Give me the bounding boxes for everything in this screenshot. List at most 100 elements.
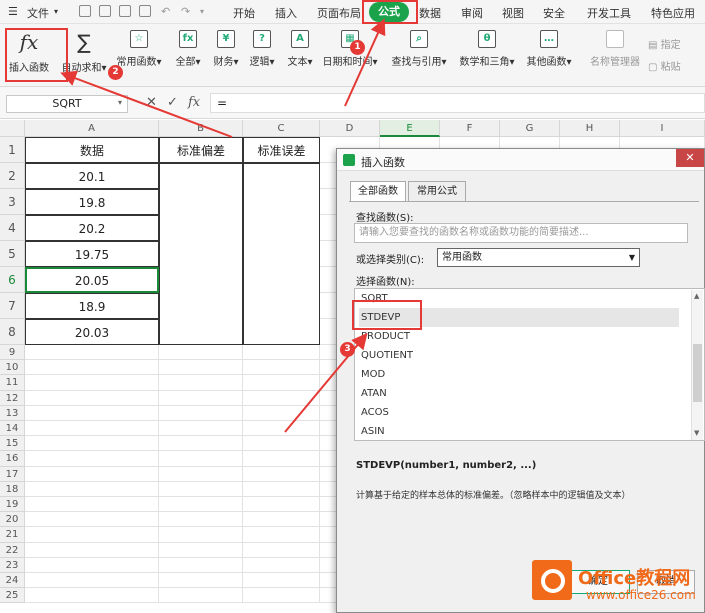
row-header[interactable]: 9 (0, 345, 25, 361)
row-header[interactable]: 25 (0, 588, 25, 604)
tab-view[interactable]: 视图 (502, 5, 524, 21)
close-icon[interactable]: ✕ (676, 149, 704, 167)
menu-icon[interactable]: ☰ (8, 5, 18, 18)
tab-data[interactable]: 数据 (419, 5, 441, 21)
logical-button[interactable]: ? 逻辑▾ (246, 30, 278, 68)
select-all-corner[interactable] (0, 120, 25, 137)
cell[interactable] (25, 588, 159, 604)
cell[interactable] (159, 345, 243, 361)
cell[interactable]: 标准误差 (243, 137, 320, 163)
row-header[interactable]: 12 (0, 390, 25, 406)
category-select[interactable]: 常用函数 ▼ (437, 248, 640, 267)
row-header[interactable]: 3 (0, 189, 25, 215)
scroll-up-icon[interactable]: ▲ (694, 292, 699, 300)
tab-special[interactable]: 特色应用 (651, 5, 695, 21)
cell[interactable] (243, 573, 320, 589)
row-header[interactable]: 18 (0, 481, 25, 497)
name-box[interactable]: SQRT (6, 95, 128, 113)
cell[interactable] (159, 481, 243, 497)
scrollbar[interactable]: ▲ ▼ (691, 290, 703, 440)
file-menu[interactable]: 文件 (27, 5, 49, 21)
tab-page-layout[interactable]: 页面布局 (317, 5, 361, 21)
cell[interactable] (243, 542, 320, 558)
cell[interactable] (159, 451, 243, 467)
row-header[interactable]: 4 (0, 215, 25, 241)
chevron-down-icon[interactable]: ▾ (54, 7, 58, 16)
name-manager-button[interactable]: 名称管理器 (589, 30, 641, 68)
cell[interactable] (159, 497, 243, 513)
cancel-icon[interactable]: ✕ (146, 95, 157, 110)
cell[interactable] (243, 481, 320, 497)
cell[interactable] (159, 542, 243, 558)
tab-home[interactable]: 开始 (233, 5, 255, 21)
other-functions-button[interactable]: … 其他函数▾ (524, 30, 574, 68)
cell[interactable] (159, 466, 243, 482)
cell[interactable] (159, 588, 243, 604)
row-header[interactable]: 7 (0, 293, 25, 319)
define-name-button[interactable]: ▤ 指定 (648, 36, 681, 51)
cell[interactable] (25, 481, 159, 497)
cell[interactable] (25, 512, 159, 528)
cell[interactable] (159, 421, 243, 437)
cell[interactable] (243, 527, 320, 543)
cell[interactable] (25, 542, 159, 558)
cell[interactable] (243, 436, 320, 452)
cell[interactable] (25, 573, 159, 589)
cell[interactable]: 18.9 (25, 293, 159, 319)
tab-all-functions[interactable]: 全部函数 (350, 181, 406, 202)
chevron-down-icon[interactable]: ▾ (118, 98, 122, 107)
cell[interactable] (243, 557, 320, 573)
function-item[interactable]: ASIN (359, 422, 679, 440)
cell[interactable] (243, 466, 320, 482)
merged-cell[interactable] (243, 163, 320, 345)
scrollbar-thumb[interactable] (693, 344, 702, 402)
financial-button[interactable]: ¥ 财务▾ (210, 30, 242, 68)
column-header-g[interactable]: G (500, 120, 560, 137)
math-trig-button[interactable]: θ 数学和三角▾ (457, 30, 517, 68)
cell[interactable] (159, 375, 243, 391)
function-item[interactable]: ATAN (359, 384, 679, 403)
column-header-h[interactable]: H (560, 120, 620, 137)
tab-security[interactable]: 安全 (543, 5, 565, 21)
cell[interactable] (243, 390, 320, 406)
function-item[interactable]: QUOTIENT (359, 346, 679, 365)
cell[interactable] (25, 375, 159, 391)
cell[interactable]: 20.05 (25, 267, 159, 293)
row-header[interactable]: 20 (0, 512, 25, 528)
print-icon[interactable] (119, 5, 131, 17)
common-functions-button[interactable]: ☆ 常用函数▾ (116, 30, 162, 68)
cell[interactable]: 数据 (25, 137, 159, 163)
row-header[interactable]: 13 (0, 405, 25, 421)
cell[interactable] (25, 390, 159, 406)
column-header-c[interactable]: C (243, 120, 320, 137)
cell[interactable]: 19.75 (25, 241, 159, 267)
formula-input[interactable]: = (210, 93, 705, 113)
cell[interactable] (25, 360, 159, 376)
row-header[interactable]: 8 (0, 319, 25, 345)
cell[interactable] (159, 390, 243, 406)
format-painter-icon[interactable] (99, 5, 111, 17)
cell[interactable] (25, 436, 159, 452)
cell[interactable] (159, 557, 243, 573)
cell[interactable] (25, 421, 159, 437)
scroll-down-icon[interactable]: ▼ (694, 429, 699, 437)
print-preview-icon[interactable] (139, 5, 151, 17)
cell[interactable] (159, 405, 243, 421)
row-header[interactable]: 2 (0, 163, 25, 189)
save-icon[interactable] (79, 5, 91, 17)
cell[interactable] (243, 360, 320, 376)
cell[interactable] (243, 345, 320, 361)
row-header[interactable]: 16 (0, 451, 25, 467)
cell[interactable] (243, 421, 320, 437)
tab-common-formulas[interactable]: 常用公式 (408, 181, 466, 202)
row-header[interactable]: 15 (0, 436, 25, 452)
cell[interactable] (243, 512, 320, 528)
tab-developer[interactable]: 开发工具 (587, 5, 631, 21)
tab-review[interactable]: 审阅 (461, 5, 483, 21)
cell[interactable] (243, 451, 320, 467)
tab-insert[interactable]: 插入 (275, 5, 297, 21)
row-header[interactable]: 22 (0, 542, 25, 558)
row-header[interactable]: 11 (0, 375, 25, 391)
cell[interactable] (25, 466, 159, 482)
undo-icon[interactable]: ↶ (161, 5, 170, 18)
